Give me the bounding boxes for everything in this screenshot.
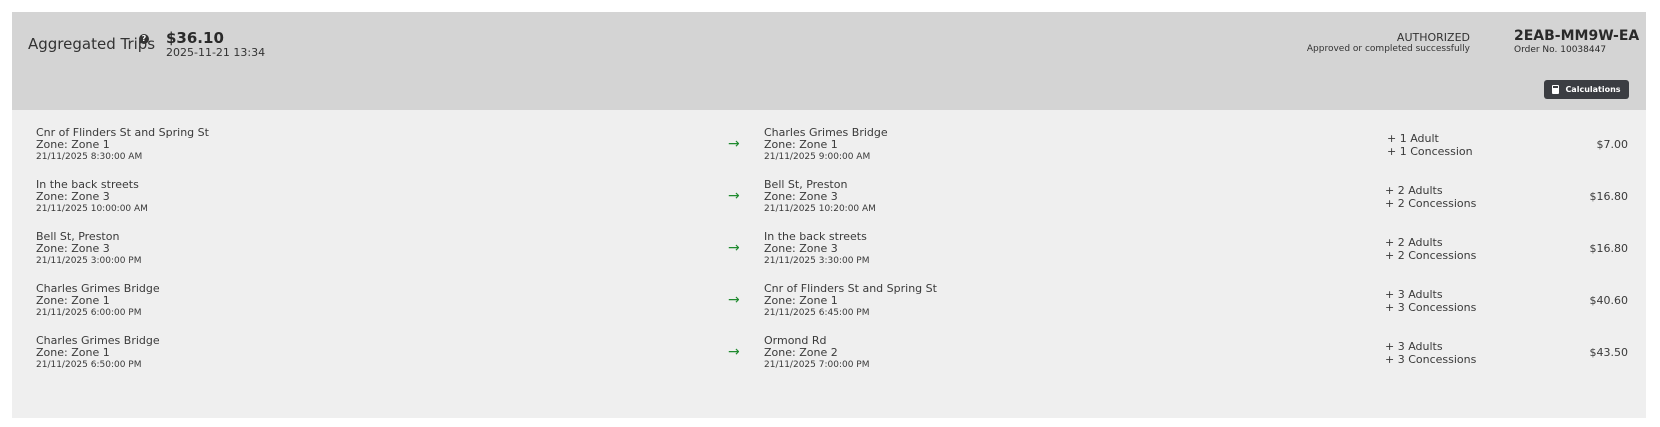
trip-price: $16.80 bbox=[1589, 242, 1629, 255]
adult-count: + 1 Adult bbox=[1387, 132, 1439, 145]
origin-zone: Zone: Zone 1 bbox=[36, 138, 110, 151]
trip-datetime: 2025-11-21 13:34 bbox=[166, 46, 266, 59]
destination-zone: Zone: Zone 2 bbox=[764, 346, 838, 359]
trip-row: In the back streets Zone: Zone 3 21/11/202… bbox=[12, 178, 1646, 230]
trip-row: Charles Grimes Bridge Zone: Zone 1 21/11/2… bbox=[12, 334, 1646, 386]
trip-price: $40.60 bbox=[1589, 294, 1629, 307]
arrow-right-icon: → bbox=[728, 188, 740, 204]
trip-destination: In the back streets Zone: Zone 3 21/11/202… bbox=[764, 230, 869, 268]
adult-count: + 3 Adults bbox=[1385, 288, 1443, 301]
arrow-right-icon: → bbox=[728, 136, 740, 152]
order-block: 2EAB-MM9W-EA Order No. 10038447 bbox=[1514, 28, 1639, 56]
trip-origin: Charles Grimes Bridge Zone: Zone 1 21/11/2… bbox=[36, 334, 160, 372]
origin-zone: Zone: Zone 3 bbox=[36, 190, 110, 203]
trip-price: $43.50 bbox=[1589, 346, 1629, 359]
origin-time: 21/11/2025 10:00:00 AM bbox=[36, 204, 148, 214]
trip-origin: Bell St, Preston Zone: Zone 3 21/11/2025 3… bbox=[36, 230, 141, 268]
concession-count: + 3 Concessions bbox=[1385, 353, 1477, 366]
destination-time: 21/11/2025 7:00:00 PM bbox=[764, 360, 870, 370]
trip-row: Cnr of Flinders St and Spring St Zone: Zo… bbox=[12, 126, 1646, 178]
origin-time: 21/11/2025 6:50:00 PM bbox=[36, 360, 142, 370]
origin-zone: Zone: Zone 1 bbox=[36, 294, 110, 307]
help-icon[interactable]: ? bbox=[139, 34, 149, 44]
arrow-right-icon: → bbox=[728, 292, 740, 308]
destination-time: 21/11/2025 10:20:00 AM bbox=[764, 204, 876, 214]
status-label: AUTHORIZED bbox=[1396, 31, 1470, 44]
destination-zone: Zone: Zone 1 bbox=[764, 138, 838, 151]
trip-origin: Charles Grimes Bridge Zone: Zone 1 21/11/2… bbox=[36, 282, 160, 320]
origin-time: 21/11/2025 8:30:00 AM bbox=[36, 152, 143, 162]
total-amount: $36.10 bbox=[166, 29, 224, 47]
trip-row: Charles Grimes Bridge Zone: Zone 1 21/11/2… bbox=[12, 282, 1646, 334]
concession-count: + 3 Concessions bbox=[1385, 301, 1477, 314]
destination-time: 21/11/2025 6:45:00 PM bbox=[764, 308, 870, 318]
trip-destination: Bell St, Preston Zone: Zone 3 21/11/2025 1… bbox=[764, 178, 876, 216]
arrow-right-icon: → bbox=[728, 344, 740, 360]
passenger-counts: + 3 Adults + 3 Concessions bbox=[1385, 340, 1495, 366]
calculations-button[interactable]: Calculations bbox=[1544, 80, 1629, 99]
card-header: Aggregated Trips ? $36.10 2025-11-21 13:… bbox=[12, 12, 1646, 110]
trip-destination: Ormond Rd Zone: Zone 2 21/11/2025 7:00:00 … bbox=[764, 334, 869, 372]
trip-destination: Charles Grimes Bridge Zone: Zone 1 21/11/2… bbox=[764, 126, 888, 164]
passenger-counts: + 2 Adults + 2 Concessions bbox=[1385, 184, 1495, 210]
origin-time: 21/11/2025 6:00:00 PM bbox=[36, 308, 142, 318]
trip-price: $16.80 bbox=[1589, 190, 1629, 203]
destination-time: 21/11/2025 3:30:00 PM bbox=[764, 256, 870, 266]
trip-origin: In the back streets Zone: Zone 3 21/11/202… bbox=[36, 178, 148, 216]
trip-origin: Cnr of Flinders St and Spring St Zone: Zo… bbox=[36, 126, 209, 164]
trip-destination: Cnr of Flinders St and Spring St Zone: Zo… bbox=[764, 282, 937, 320]
destination-zone: Zone: Zone 3 bbox=[764, 190, 838, 203]
status-detail: Approved or completed successfully bbox=[1306, 44, 1470, 54]
trip-row: Bell St, Preston Zone: Zone 3 21/11/2025 3… bbox=[12, 230, 1646, 282]
card-title: Aggregated Trips bbox=[28, 35, 156, 53]
calculator-icon bbox=[1552, 85, 1560, 94]
concession-count: + 1 Concession bbox=[1387, 145, 1473, 158]
origin-time: 21/11/2025 3:00:00 PM bbox=[36, 256, 142, 266]
adult-count: + 2 Adults bbox=[1385, 236, 1443, 249]
destination-time: 21/11/2025 9:00:00 AM bbox=[764, 152, 871, 162]
origin-zone: Zone: Zone 3 bbox=[36, 242, 110, 255]
passenger-counts: + 3 Adults + 3 Concessions bbox=[1385, 288, 1495, 314]
passenger-counts: + 2 Adults + 2 Concessions bbox=[1385, 236, 1495, 262]
trip-price: $7.00 bbox=[1596, 138, 1629, 151]
destination-zone: Zone: Zone 1 bbox=[764, 294, 838, 307]
concession-count: + 2 Concessions bbox=[1385, 249, 1477, 262]
adult-count: + 2 Adults bbox=[1385, 184, 1443, 197]
order-number: Order No. 10038447 bbox=[1514, 45, 1607, 55]
destination-zone: Zone: Zone 3 bbox=[764, 242, 838, 255]
aggregated-trips-card: Aggregated Trips ? $36.10 2025-11-21 13:… bbox=[12, 12, 1646, 418]
adult-count: + 3 Adults bbox=[1385, 340, 1443, 353]
arrow-right-icon: → bbox=[728, 240, 740, 256]
order-code: 2EAB-MM9W-EA bbox=[1514, 28, 1640, 44]
calculations-button-label: Calculations bbox=[1565, 85, 1621, 94]
passenger-counts: + 1 Adult + 1 Concession bbox=[1387, 132, 1497, 158]
status-block: AUTHORIZED Approved or completed success… bbox=[1307, 31, 1470, 55]
concession-count: + 2 Concessions bbox=[1385, 197, 1477, 210]
origin-zone: Zone: Zone 1 bbox=[36, 346, 110, 359]
